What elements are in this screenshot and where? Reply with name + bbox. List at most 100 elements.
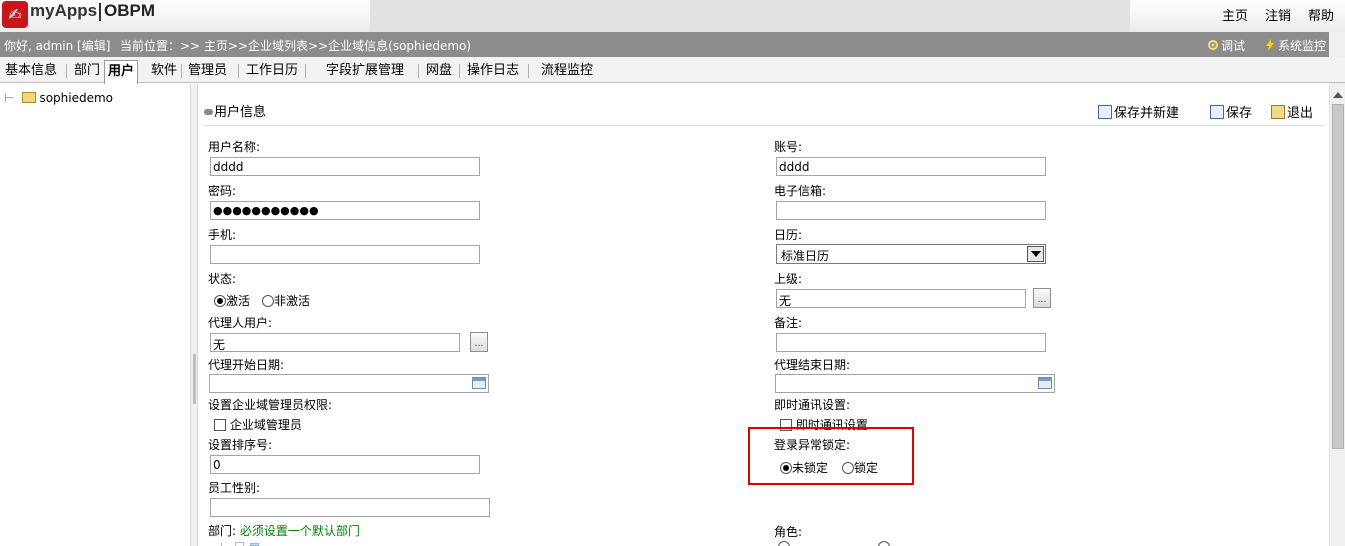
domain-tree: ⊢ sophiedemo [0, 84, 190, 546]
tab-users[interactable]: 用户 [104, 60, 139, 84]
account-input[interactable]: dddd [776, 157, 1046, 176]
scroll-thumb[interactable] [1332, 104, 1344, 449]
sort-order-input[interactable]: 0 [210, 455, 480, 474]
chevron-down-icon[interactable] [1027, 246, 1044, 262]
tab-separator [459, 64, 460, 78]
radio-selected[interactable] [214, 295, 226, 307]
calendar-select[interactable]: 标准日历 [776, 244, 1046, 264]
calendar-icon[interactable] [1038, 377, 1052, 389]
logo-product: OBPM [104, 1, 155, 20]
role-radio-partial[interactable] [878, 540, 890, 546]
breadcrumb[interactable]: 当前位置：>> 主页>>企业域列表>>企业域信息(sophiedemo) [120, 37, 471, 54]
username-input[interactable]: dddd [210, 157, 480, 176]
tab-work-calendar[interactable]: 工作日历 [246, 60, 298, 81]
status-active-radio[interactable]: 激活 [214, 292, 250, 309]
calendar-icon[interactable] [472, 377, 486, 389]
checkbox[interactable] [214, 419, 226, 431]
proxy-user-label: 代理人用户: [208, 316, 273, 330]
splitter-grip[interactable] [193, 354, 196, 404]
pane-splitter[interactable] [190, 84, 198, 546]
gender-label: 员工性别: [208, 481, 261, 495]
status-inactive-text: 非激活 [274, 294, 311, 308]
proxy-end-label: 代理结束日期: [774, 358, 851, 372]
role-label: 角色: [774, 525, 803, 539]
account-label: 账号: [774, 140, 803, 154]
tab-basic-info[interactable]: 基本信息 [5, 60, 57, 81]
role-radio-partial[interactable] [778, 540, 790, 546]
folder-icon [22, 92, 37, 103]
domain-admin-checkbox[interactable]: 企业域管理员 [214, 416, 302, 433]
tab-admins[interactable]: 管理员 [188, 60, 227, 81]
help-link[interactable]: 帮助 [1308, 5, 1334, 24]
remark-input[interactable] [776, 333, 1046, 352]
tab-separator [528, 64, 529, 78]
debug-label: 调试 [1221, 39, 1246, 53]
radio-unselected[interactable] [878, 541, 890, 546]
department-label-text: 部门: [208, 524, 237, 538]
calendar-label: 日历: [774, 228, 803, 242]
greeting-text[interactable]: 你好, admin [编辑] [4, 37, 110, 54]
tab-separator [305, 64, 306, 78]
calendar-select-value: 标准日历 [781, 249, 830, 263]
header-shade [370, 0, 1130, 32]
save-button[interactable]: 保存 [1210, 102, 1252, 121]
department-tree-icon[interactable]: ⊢ ☐ ▦ [220, 540, 260, 546]
scroll-up-arrow-icon[interactable] [1333, 92, 1343, 98]
department-hint: 必须设置一个默认部门 [239, 524, 360, 538]
status-inactive-radio[interactable]: 非激活 [262, 292, 310, 309]
tab-software[interactable]: 软件 [151, 60, 177, 81]
panel-title-text: 用户信息 [214, 105, 267, 120]
proxy-end-date-input[interactable] [775, 374, 1055, 393]
password-input[interactable]: ●●●●●●●●●●● [210, 201, 480, 220]
bullet-icon [204, 109, 213, 115]
app-logo-icon: ✍ [2, 1, 28, 28]
email-input[interactable] [776, 201, 1046, 220]
sort-order-label: 设置排序号: [208, 438, 273, 452]
status-label: 状态: [208, 272, 237, 286]
home-link[interactable]: 主页 [1222, 5, 1248, 24]
logo-divider [99, 3, 101, 21]
logout-link[interactable]: 注销 [1265, 5, 1291, 24]
tab-process-monitor[interactable]: 流程监控 [541, 60, 593, 81]
phone-input[interactable] [210, 245, 480, 264]
radio-unselected[interactable] [778, 541, 790, 546]
proxy-start-date-input[interactable] [209, 374, 489, 393]
im-settings-label: 即时通讯设置: [774, 398, 851, 412]
superior-input[interactable]: 无 [776, 289, 1026, 308]
save-and-new-button[interactable]: 保存并新建 [1098, 102, 1179, 121]
vertical-scrollbar[interactable] [1329, 84, 1345, 546]
password-label: 密码: [208, 184, 237, 198]
new-document-icon [1098, 105, 1112, 119]
tab-separator [238, 64, 239, 78]
debug-button[interactable]: 调试 [1207, 37, 1245, 54]
save-and-new-label: 保存并新建 [1114, 106, 1180, 121]
exit-label: 退出 [1287, 106, 1314, 121]
tree-node-root[interactable]: ⊢ sophiedemo [4, 91, 113, 105]
monitor-button[interactable]: 系统监控 [1264, 37, 1326, 54]
info-bar: 你好, admin [编辑] 当前位置：>> 主页>>企业域列表>>企业域信息(… [0, 32, 1345, 57]
status-active-text: 激活 [226, 294, 251, 308]
proxy-user-input[interactable]: 无 [210, 333, 460, 352]
superior-picker-button[interactable]: … [1033, 288, 1051, 308]
gender-input[interactable] [210, 498, 490, 517]
radio-unselected[interactable] [262, 295, 274, 307]
proxy-user-picker-button[interactable]: … [470, 332, 488, 352]
email-label: 电子信箱: [774, 184, 827, 198]
username-label: 用户名称: [208, 140, 261, 154]
tab-operation-log[interactable]: 操作日志 [467, 60, 519, 81]
tab-netdisk[interactable]: 网盘 [426, 60, 452, 81]
floppy-icon [1210, 105, 1224, 119]
tab-field-extension[interactable]: 字段扩展管理 [326, 60, 404, 81]
gear-icon [1208, 40, 1218, 50]
superior-label: 上级: [774, 272, 803, 286]
monitor-label: 系统监控 [1278, 39, 1327, 53]
tree-expander-icon[interactable]: ⊢ [4, 91, 14, 105]
domain-admin-checkbox-text: 企业域管理员 [229, 418, 302, 432]
tab-departments[interactable]: 部门 [74, 60, 100, 81]
tab-separator [181, 64, 182, 78]
tab-separator [418, 64, 419, 78]
highlight-box [748, 427, 914, 485]
logo-text: myApps [30, 1, 98, 20]
exit-button[interactable]: 退出 [1271, 102, 1313, 121]
title-divider [204, 125, 1324, 126]
